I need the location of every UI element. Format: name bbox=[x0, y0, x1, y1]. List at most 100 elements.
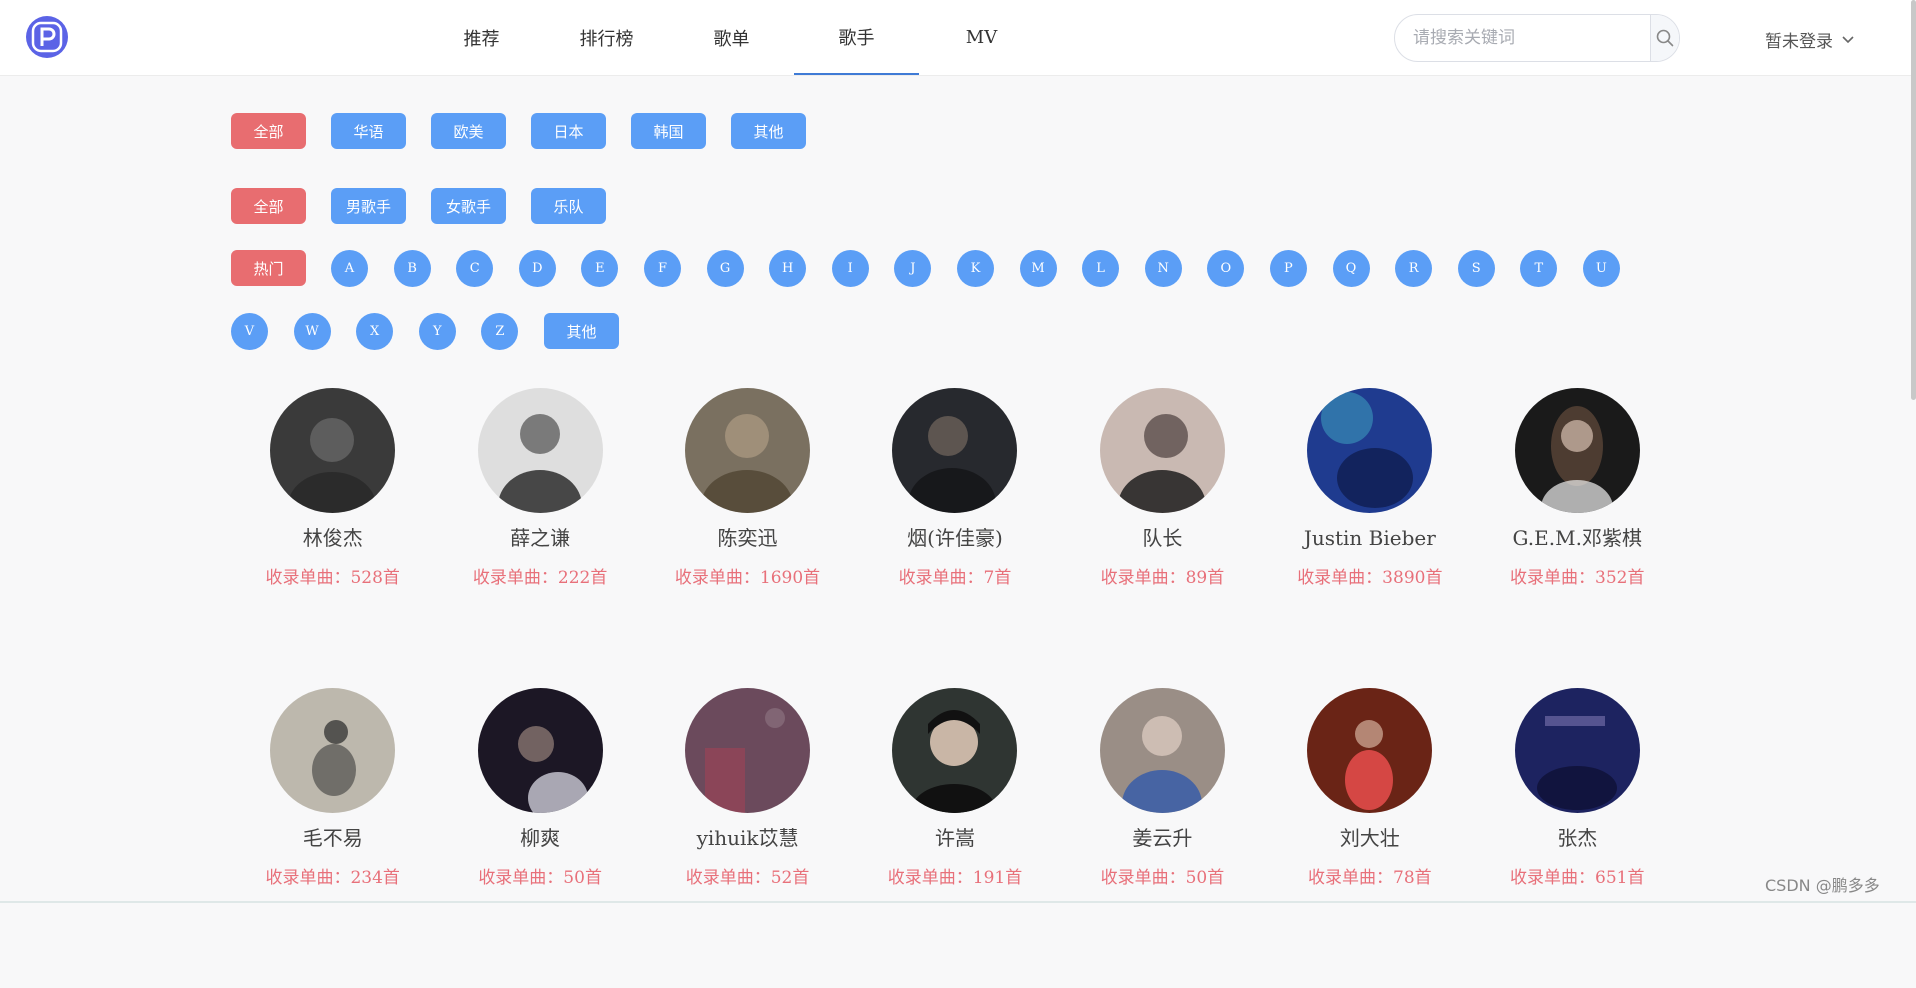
artist-avatar[interactable] bbox=[685, 688, 811, 813]
area-filter-western[interactable]: 欧美 bbox=[431, 113, 506, 149]
artist-card[interactable]: G.E.M.邓紫棋 收录单曲：352首 bbox=[1474, 388, 1681, 688]
letter-filter-row-2: V W X Y Z 其他 bbox=[231, 313, 644, 350]
letter-filter-x[interactable]: X bbox=[356, 313, 394, 350]
artist-card[interactable]: 张杰 收录单曲：651首 bbox=[1474, 688, 1681, 988]
artist-name[interactable]: 许嵩 bbox=[935, 825, 975, 851]
type-filter-band[interactable]: 乐队 bbox=[531, 188, 606, 224]
artist-avatar[interactable] bbox=[477, 388, 603, 513]
artist-song-count: 收录单曲：651首 bbox=[1510, 868, 1645, 888]
letter-filter-n[interactable]: N bbox=[1144, 250, 1182, 287]
type-filter-female[interactable]: 女歌手 bbox=[431, 188, 506, 224]
artist-song-count: 收录单曲：50首 bbox=[478, 868, 602, 888]
artist-card[interactable]: 薛之谦 收录单曲：222首 bbox=[436, 388, 643, 688]
nav-tab-artists[interactable]: 歌手 bbox=[794, 0, 919, 75]
type-filter-all[interactable]: 全部 bbox=[231, 188, 306, 224]
letter-filter-z[interactable]: Z bbox=[481, 313, 519, 350]
nav-tab-charts[interactable]: 排行榜 bbox=[544, 0, 669, 75]
artist-avatar[interactable] bbox=[1099, 688, 1225, 813]
artist-name[interactable]: 队长 bbox=[1142, 525, 1182, 551]
letter-filter-b[interactable]: B bbox=[393, 250, 431, 287]
search-input[interactable] bbox=[1395, 15, 1650, 61]
letter-filter-k[interactable]: K bbox=[956, 250, 994, 287]
area-filter-other[interactable]: 其他 bbox=[731, 113, 806, 149]
letter-filter-w[interactable]: W bbox=[293, 313, 331, 350]
area-filter-all[interactable]: 全部 bbox=[231, 113, 306, 149]
nav-tab-playlists[interactable]: 歌单 bbox=[669, 0, 794, 75]
artist-song-count: 收录单曲：7首 bbox=[898, 568, 1012, 588]
artist-avatar[interactable] bbox=[892, 388, 1018, 513]
artist-grid: 林俊杰 收录单曲：528首 薛之谦 收录单曲：222首 陈奕迅 收录单曲：169… bbox=[229, 388, 1681, 988]
nav-tab-mv[interactable]: MV bbox=[919, 0, 1044, 75]
artist-card[interactable]: 林俊杰 收录单曲：528首 bbox=[229, 388, 436, 688]
letter-filter-p[interactable]: P bbox=[1269, 250, 1307, 287]
login-menu[interactable]: 暂未登录 bbox=[1765, 27, 1855, 52]
letter-filter-hot[interactable]: 热门 bbox=[231, 250, 306, 286]
artist-avatar[interactable] bbox=[1514, 688, 1640, 813]
letter-filter-other[interactable]: 其他 bbox=[543, 313, 619, 349]
artist-avatar[interactable] bbox=[1099, 388, 1225, 513]
artist-name[interactable]: G.E.M.邓紫棋 bbox=[1513, 525, 1642, 551]
artist-song-count: 收录单曲：52首 bbox=[685, 868, 810, 888]
artist-avatar[interactable] bbox=[1514, 388, 1640, 513]
artist-avatar[interactable] bbox=[685, 388, 811, 513]
artist-name[interactable]: 薛之谦 bbox=[510, 525, 570, 551]
artist-name[interactable]: 柳爽 bbox=[520, 825, 560, 851]
letter-filter-y[interactable]: Y bbox=[418, 313, 456, 350]
letter-filter-j[interactable]: J bbox=[894, 250, 932, 287]
letter-filter-h[interactable]: H bbox=[769, 250, 807, 287]
artist-name[interactable]: 烟(许佳豪) bbox=[907, 525, 1003, 551]
artist-card[interactable]: 毛不易 收录单曲：234首 bbox=[229, 688, 436, 988]
artist-avatar[interactable] bbox=[270, 688, 396, 813]
letter-filter-m[interactable]: M bbox=[1019, 250, 1057, 287]
app-logo[interactable] bbox=[26, 16, 68, 58]
letter-filter-e[interactable]: E bbox=[581, 250, 619, 287]
artist-avatar[interactable] bbox=[270, 388, 396, 513]
artist-name[interactable]: 刘大壮 bbox=[1340, 825, 1400, 851]
letter-filter-v[interactable]: V bbox=[231, 313, 268, 350]
letter-filter-q[interactable]: Q bbox=[1332, 250, 1370, 287]
artist-name[interactable]: 陈奕迅 bbox=[718, 525, 778, 551]
artist-card[interactable]: 烟(许佳豪) 收录单曲：7首 bbox=[851, 388, 1058, 688]
letter-filter-o[interactable]: O bbox=[1207, 250, 1245, 287]
artist-name[interactable]: Justin Bieber bbox=[1304, 525, 1436, 551]
letter-filter-s[interactable]: S bbox=[1457, 250, 1495, 287]
area-filter-japan[interactable]: 日本 bbox=[531, 113, 606, 149]
watermark: CSDN @鹏多多 bbox=[1765, 876, 1880, 895]
artist-card[interactable]: 刘大壮 收录单曲：78首 bbox=[1266, 688, 1473, 988]
area-filter-row: 全部 华语 欧美 日本 韩国 其他 bbox=[231, 113, 831, 149]
artist-card[interactable]: Justin Bieber 收录单曲：3890首 bbox=[1266, 388, 1473, 688]
artist-song-count: 收录单曲：528首 bbox=[265, 568, 400, 588]
nav-tab-recommend[interactable]: 推荐 bbox=[419, 0, 544, 75]
artist-avatar[interactable] bbox=[477, 688, 603, 813]
letter-filter-i[interactable]: I bbox=[831, 250, 869, 287]
letter-filter-f[interactable]: F bbox=[643, 250, 681, 287]
artist-card[interactable]: yihuik苡慧 收录单曲：52首 bbox=[644, 688, 851, 988]
letter-filter-t[interactable]: T bbox=[1520, 250, 1558, 287]
artist-grid-row: 毛不易 收录单曲：234首 柳爽 收录单曲：50首 yihuik苡慧 收录单曲：… bbox=[229, 688, 1681, 988]
type-filter-male[interactable]: 男歌手 bbox=[331, 188, 406, 224]
search-button[interactable] bbox=[1650, 15, 1679, 61]
artist-card[interactable]: 陈奕迅 收录单曲：1690首 bbox=[644, 388, 851, 688]
artist-avatar[interactable] bbox=[892, 688, 1018, 813]
letter-filter-c[interactable]: C bbox=[456, 250, 494, 287]
letter-filter-g[interactable]: G bbox=[706, 250, 744, 287]
artist-card[interactable]: 队长 收录单曲：89首 bbox=[1059, 388, 1266, 688]
area-filter-korea[interactable]: 韩国 bbox=[631, 113, 706, 149]
artist-avatar[interactable] bbox=[1307, 688, 1433, 813]
artist-name[interactable]: 毛不易 bbox=[303, 825, 363, 851]
artist-name[interactable]: 林俊杰 bbox=[303, 525, 363, 551]
letter-filter-r[interactable]: R bbox=[1395, 250, 1433, 287]
artist-card[interactable]: 柳爽 收录单曲：50首 bbox=[436, 688, 643, 988]
artist-name[interactable]: yihuik苡慧 bbox=[697, 825, 799, 851]
artist-name[interactable]: 姜云升 bbox=[1132, 825, 1192, 851]
letter-filter-l[interactable]: L bbox=[1082, 250, 1120, 287]
letter-filter-d[interactable]: D bbox=[518, 250, 556, 287]
scrollbar[interactable] bbox=[1911, 0, 1916, 400]
area-filter-chinese[interactable]: 华语 bbox=[331, 113, 406, 149]
artist-card[interactable]: 姜云升 收录单曲：50首 bbox=[1059, 688, 1266, 988]
letter-filter-a[interactable]: A bbox=[331, 250, 368, 287]
letter-filter-u[interactable]: U bbox=[1582, 250, 1620, 287]
artist-name[interactable]: 张杰 bbox=[1557, 825, 1597, 851]
artist-avatar[interactable] bbox=[1307, 388, 1433, 513]
artist-card[interactable]: 许嵩 收录单曲：191首 bbox=[851, 688, 1058, 988]
